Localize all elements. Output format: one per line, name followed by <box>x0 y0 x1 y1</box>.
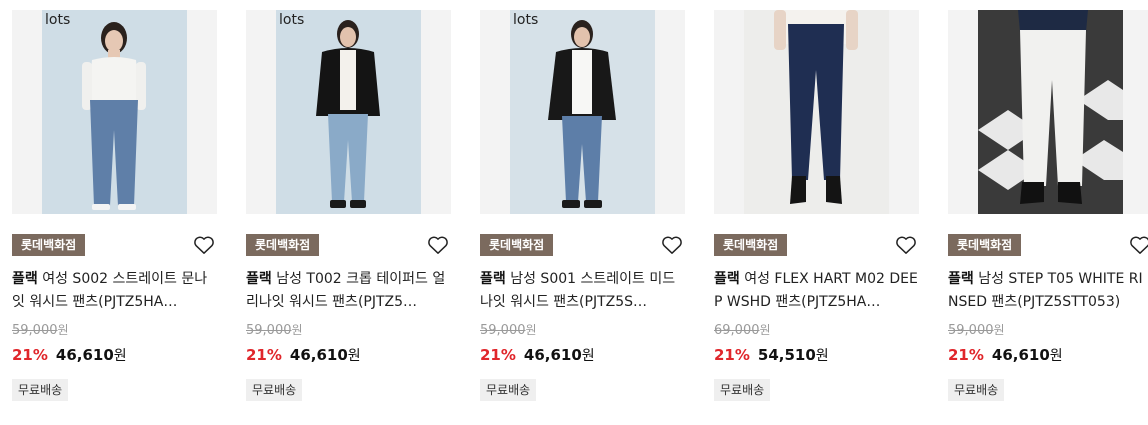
product-image[interactable]: lots <box>480 10 685 214</box>
heart-icon[interactable] <box>661 235 683 255</box>
sale-price: 21% 46,610원 <box>948 345 1148 367</box>
product-name: 여성 S002 스트레이트 문나잇 워시드 팬츠(PJTZ5HA… <box>12 271 208 310</box>
original-price: 59,000원 <box>480 321 685 339</box>
currency-unit: 원 <box>993 323 1005 337</box>
discount-rate: 21% <box>948 346 984 364</box>
discount-rate: 21% <box>12 346 48 364</box>
free-shipping-badge: 무료배송 <box>480 379 537 401</box>
product-image[interactable] <box>714 10 919 214</box>
original-price-value: 59,000 <box>12 323 58 338</box>
sale-price: 21% 54,510원 <box>714 345 919 367</box>
store-badge: 롯데백화점 <box>12 234 86 256</box>
sale-price-value: 46,610 <box>523 346 582 364</box>
sale-price: 21% 46,610원 <box>12 345 217 367</box>
sale-price-value: 54,510 <box>757 346 816 364</box>
heart-icon[interactable] <box>1129 235 1148 255</box>
currency-unit: 원 <box>581 348 595 364</box>
product-image[interactable]: lots <box>12 10 217 214</box>
model-photo <box>42 10 187 214</box>
product-card[interactable]: lots 롯데백화점 플랙 남성 S001 스트레이트 미드나잇 워시드 팬츠(… <box>480 10 685 401</box>
currency-unit: 원 <box>815 348 829 364</box>
product-title[interactable]: 플랙 여성 FLEX HART M02 DEEP WSHD 팬츠(PJTZ5HA… <box>714 268 919 314</box>
product-title[interactable]: 플랙 남성 T002 크롭 테이퍼드 얼리나잇 워시드 팬츠(PJTZ5… <box>246 268 451 314</box>
store-badge: 롯데백화점 <box>948 234 1022 256</box>
discount-rate: 21% <box>480 346 516 364</box>
product-card[interactable]: lots 롯데백화점 플랙 남성 T002 크롭 테이퍼드 얼리나잇 워시드 팬… <box>246 10 451 401</box>
product-image[interactable]: lots <box>246 10 451 214</box>
currency-unit: 원 <box>347 348 361 364</box>
product-title[interactable]: 플랙 남성 S001 스트레이트 미드나잇 워시드 팬츠(PJTZ5S… <box>480 268 685 314</box>
product-title[interactable]: 플랙 여성 S002 스트레이트 문나잇 워시드 팬츠(PJTZ5HA… <box>12 268 217 314</box>
model-photo <box>510 10 655 214</box>
free-shipping-badge: 무료배송 <box>12 379 69 401</box>
original-price-value: 59,000 <box>480 323 526 338</box>
free-shipping-badge: 무료배송 <box>714 379 771 401</box>
sale-price-value: 46,610 <box>991 346 1050 364</box>
free-shipping-badge: 무료배송 <box>948 379 1005 401</box>
product-card[interactable]: lots 롯데백화점 플랙 여성 S002 스트레이트 문나잇 워시드 팬츠(P… <box>12 10 217 401</box>
product-card[interactable]: 롯데백화점 플랙 남성 STEP T05 WHITE RINSED 팬츠(PJT… <box>948 10 1148 401</box>
sale-price: 21% 46,610원 <box>246 345 451 367</box>
heart-icon[interactable] <box>895 235 917 255</box>
product-title[interactable]: 플랙 남성 STEP T05 WHITE RINSED 팬츠(PJTZ5STT0… <box>948 268 1148 314</box>
product-list: lots 롯데백화점 플랙 여성 S002 스트레이트 문나잇 워시드 팬츠(P… <box>0 0 1148 425</box>
discount-rate: 21% <box>714 346 750 364</box>
heart-icon[interactable] <box>427 235 449 255</box>
currency-unit: 원 <box>1049 348 1063 364</box>
brand-tag-text: lots <box>45 12 71 28</box>
product-name: 남성 T002 크롭 테이퍼드 얼리나잇 워시드 팬츠(PJTZ5… <box>246 271 446 310</box>
store-badge: 롯데백화점 <box>480 234 554 256</box>
product-name: 남성 S001 스트레이트 미드나잇 워시드 팬츠(PJTZ5S… <box>480 271 676 310</box>
currency-unit: 원 <box>57 323 69 337</box>
heart-icon[interactable] <box>193 235 215 255</box>
product-brand: 플랙 <box>12 271 38 287</box>
model-photo <box>978 10 1123 214</box>
store-badge: 롯데백화점 <box>246 234 320 256</box>
brand-tag-text: lots <box>279 12 305 28</box>
original-price: 59,000원 <box>12 321 217 339</box>
currency-unit: 원 <box>759 323 771 337</box>
sale-price: 21% 46,610원 <box>480 345 685 367</box>
sale-price-value: 46,610 <box>55 346 114 364</box>
store-badge: 롯데백화점 <box>714 234 788 256</box>
original-price: 69,000원 <box>714 321 919 339</box>
original-price: 59,000원 <box>246 321 451 339</box>
brand-tag-text: lots <box>513 12 539 28</box>
original-price-value: 69,000 <box>714 323 760 338</box>
product-brand: 플랙 <box>246 271 272 287</box>
currency-unit: 원 <box>525 323 537 337</box>
currency-unit: 원 <box>113 348 127 364</box>
product-brand: 플랙 <box>948 271 974 287</box>
currency-unit: 원 <box>291 323 303 337</box>
product-image[interactable] <box>948 10 1148 214</box>
product-name: 남성 STEP T05 WHITE RINSED 팬츠(PJTZ5STT053) <box>948 271 1143 310</box>
free-shipping-badge: 무료배송 <box>246 379 303 401</box>
original-price-value: 59,000 <box>948 323 994 338</box>
original-price: 59,000원 <box>948 321 1148 339</box>
model-photo <box>744 10 889 214</box>
model-photo <box>276 10 421 214</box>
original-price-value: 59,000 <box>246 323 292 338</box>
discount-rate: 21% <box>246 346 282 364</box>
product-brand: 플랙 <box>480 271 506 287</box>
sale-price-value: 46,610 <box>289 346 348 364</box>
product-card[interactable]: 롯데백화점 플랙 여성 FLEX HART M02 DEEP WSHD 팬츠(P… <box>714 10 919 401</box>
product-name: 여성 FLEX HART M02 DEEP WSHD 팬츠(PJTZ5HA… <box>714 271 918 310</box>
product-brand: 플랙 <box>714 271 740 287</box>
